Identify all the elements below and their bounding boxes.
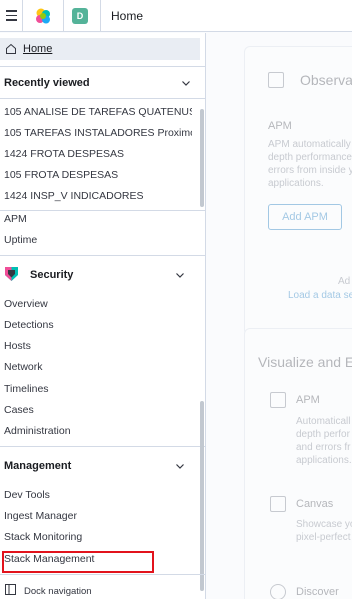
recent-scrollbar[interactable]: [200, 109, 204, 207]
apm-desc-line: APM automatically: [268, 139, 351, 150]
chevron-down-icon[interactable]: [174, 460, 186, 472]
discover-heading: Discover: [296, 586, 339, 598]
security-logo-icon: [5, 267, 18, 281]
apm2-desc-line: applications.: [296, 455, 352, 466]
hamburger-icon[interactable]: [0, 0, 22, 32]
canvas-desc-line: Showcase yo: [296, 519, 352, 530]
observability-title: Observa: [300, 72, 352, 88]
apm-desc-line: depth performance: [268, 152, 352, 163]
recent-item[interactable]: 105 FROTA DESPESAS: [4, 169, 192, 181]
nav-item-ingest-manager[interactable]: Ingest Manager: [4, 510, 192, 522]
breadcrumb-title: Home: [111, 8, 144, 23]
apm2-desc-line: and errors fr: [296, 442, 351, 453]
dock-navigation-label: Dock navigation: [24, 585, 92, 597]
add-apm-button[interactable]: Add APM: [268, 204, 342, 230]
nav-item-hosts[interactable]: Hosts: [4, 340, 192, 352]
recent-item[interactable]: 105 TAREFAS INSTALADORES Proximos 1...: [4, 127, 192, 139]
nav-item-uptime[interactable]: Uptime: [4, 234, 192, 246]
apm2-desc-line: depth perfor: [296, 429, 350, 440]
header-divider: [63, 0, 64, 32]
nav-item-dev-tools[interactable]: Dev Tools: [4, 489, 192, 501]
nav-item-network[interactable]: Network: [4, 361, 192, 373]
nav-divider: [0, 210, 205, 211]
elastic-logo-icon[interactable]: [23, 0, 63, 32]
visualize-title: Visualize and Ex: [258, 354, 352, 370]
nav-divider: [0, 446, 205, 447]
recent-item[interactable]: 1424 FROTA DESPESAS: [4, 148, 192, 160]
dock-icon: [5, 582, 16, 599]
recent-item[interactable]: 105 ANALISE DE TAREFAS QUATENUS F...: [4, 106, 192, 118]
canvas-icon: [270, 496, 286, 512]
nav-divider: [0, 255, 205, 256]
discover-icon: [270, 584, 286, 599]
apm-desc-line: applications.: [268, 178, 324, 189]
apm-heading: APM: [268, 120, 292, 132]
apm2-desc-line: Automaticall: [296, 416, 351, 427]
nav-divider: [0, 66, 205, 67]
space-avatar[interactable]: D: [72, 7, 88, 24]
chevron-down-icon[interactable]: [180, 77, 192, 89]
management-title[interactable]: Management: [4, 460, 71, 472]
background-page: Observa APM APM automatically depth perf…: [206, 32, 352, 599]
apm2-heading: APM: [296, 394, 320, 406]
top-header: D Home: [0, 0, 352, 32]
nav-item-timelines[interactable]: Timelines: [4, 383, 192, 395]
recently-viewed-title[interactable]: Recently viewed: [4, 77, 90, 89]
nav-divider: [0, 574, 205, 575]
stack-management-highlight: [2, 551, 154, 573]
nav-item-cases[interactable]: Cases: [4, 404, 192, 416]
security-title[interactable]: Security: [30, 269, 73, 281]
nav-drawer: Home Recently viewed 105 ANALISE DE TARE…: [0, 33, 206, 599]
nav-item-stack-monitoring[interactable]: Stack Monitoring: [4, 531, 192, 543]
nav-item-administration[interactable]: Administration: [4, 425, 192, 437]
load-data-link[interactable]: Load a data se: [288, 290, 352, 301]
nav-item-overview[interactable]: Overview: [4, 298, 192, 310]
dock-navigation[interactable]: Dock navigation: [5, 582, 92, 599]
add-data-title: Ad: [338, 276, 351, 287]
nav-item-apm[interactable]: APM: [4, 213, 192, 225]
chevron-down-icon[interactable]: [174, 269, 186, 281]
canvas-desc-line: pixel-perfect: [296, 532, 351, 543]
nav-home-label: Home: [23, 43, 53, 55]
nav-divider: [0, 98, 205, 99]
apm-desc-line: errors from inside y: [268, 165, 352, 176]
nav-item-detections[interactable]: Detections: [4, 319, 192, 331]
canvas-heading: Canvas: [296, 498, 334, 510]
apm-icon: [270, 392, 286, 408]
nav-scrollbar[interactable]: [200, 401, 204, 591]
nav-home[interactable]: Home: [0, 38, 200, 60]
observability-icon: [268, 72, 284, 88]
header-divider: [100, 0, 101, 32]
home-icon: [5, 43, 17, 55]
recent-item[interactable]: 1424 INSP_V INDICADORES: [4, 190, 192, 202]
